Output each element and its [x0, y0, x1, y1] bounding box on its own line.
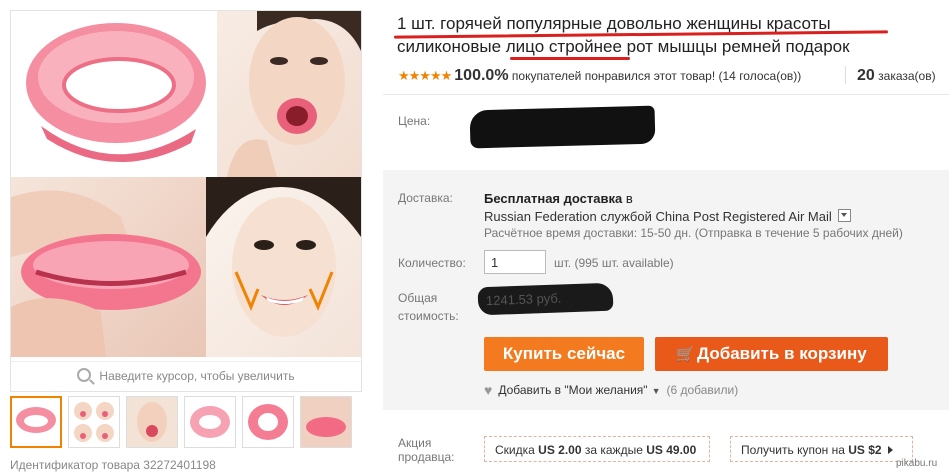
product-photo-hand: [11, 177, 206, 357]
quantity-input[interactable]: 1: [484, 250, 546, 274]
rating-row: ★★★★★ 100.0% покупателей понравился этот …: [398, 67, 801, 85]
main-product-image[interactable]: Наведите курсор, чтобы увеличить: [10, 10, 362, 392]
seller-promo-label: Акция продавца:: [398, 436, 455, 464]
quantity-available: шт. (995 шт. available): [554, 256, 674, 270]
rating-percent: 100.0%: [454, 67, 509, 84]
product-photo-lips: [11, 11, 217, 177]
product-photo-model-open-mouth: [217, 11, 361, 177]
redacted-total: 1241.53 руб.: [477, 282, 614, 316]
product-title-line2: силиконовые лицо стройнее рот мышцы ремн…: [397, 37, 850, 56]
divider: [383, 94, 949, 95]
product-id: Идентификатор товара 32272401198: [10, 458, 216, 472]
star-rating-icon[interactable]: ★★★★★: [398, 68, 452, 83]
thumbnail-5[interactable]: [242, 396, 294, 448]
shipping-label: Доставка:: [398, 191, 453, 205]
wishlist-count: (6 добавили): [666, 383, 739, 397]
orders-count: 20 заказа(ов): [857, 67, 936, 84]
thumbnail-1[interactable]: [10, 396, 62, 448]
cart-icon: 🛒: [676, 346, 695, 363]
wishlist-row: ♥ Добавить в "Мои желания" ▼ (6 добавили): [484, 382, 738, 398]
get-coupon-button[interactable]: Получить купон на US $2: [730, 436, 913, 462]
buy-now-button[interactable]: Купить сейчас: [484, 337, 644, 371]
zoom-hint: Наведите курсор, чтобы увеличить: [11, 361, 361, 390]
chevron-right-icon: [887, 446, 893, 454]
add-to-wishlist-link[interactable]: Добавить в "Мои желания": [498, 383, 647, 397]
red-underline-markup: [510, 57, 630, 60]
redacted-price: [469, 105, 656, 149]
thumbnail-4[interactable]: [184, 396, 236, 448]
chevron-down-icon[interactable]: ▼: [652, 386, 661, 396]
price-label: Цена:: [398, 114, 431, 128]
chevron-down-icon[interactable]: [837, 209, 851, 222]
add-to-cart-button[interactable]: 🛒 Добавить в корзину: [655, 337, 888, 371]
rating-text[interactable]: покупателей понравился этот товар! (14 г…: [512, 69, 801, 83]
thumbnail-3[interactable]: [126, 396, 178, 448]
magnifier-icon: [77, 368, 92, 382]
quantity-label: Количество:: [398, 256, 466, 270]
discount-offer[interactable]: Скидка US 2.00 за каждые US 49.00: [484, 436, 710, 462]
total-label: Общая стоимость:: [398, 291, 459, 323]
divider: [845, 66, 846, 84]
delivery-time: Расчётное время доставки: 15-50 дн. (Отп…: [484, 226, 903, 240]
shipping-method-select[interactable]: Russian Federation службой China Post Re…: [484, 209, 851, 224]
heart-icon[interactable]: ♥: [484, 382, 492, 398]
watermark: pikabu.ru: [896, 458, 938, 469]
free-shipping: Бесплатная доставка в: [484, 191, 633, 206]
product-photo-smiling-model: [206, 177, 361, 357]
purchase-panel: [383, 170, 949, 410]
thumbnail-6[interactable]: [300, 396, 352, 448]
thumbnail-2[interactable]: [68, 396, 120, 448]
